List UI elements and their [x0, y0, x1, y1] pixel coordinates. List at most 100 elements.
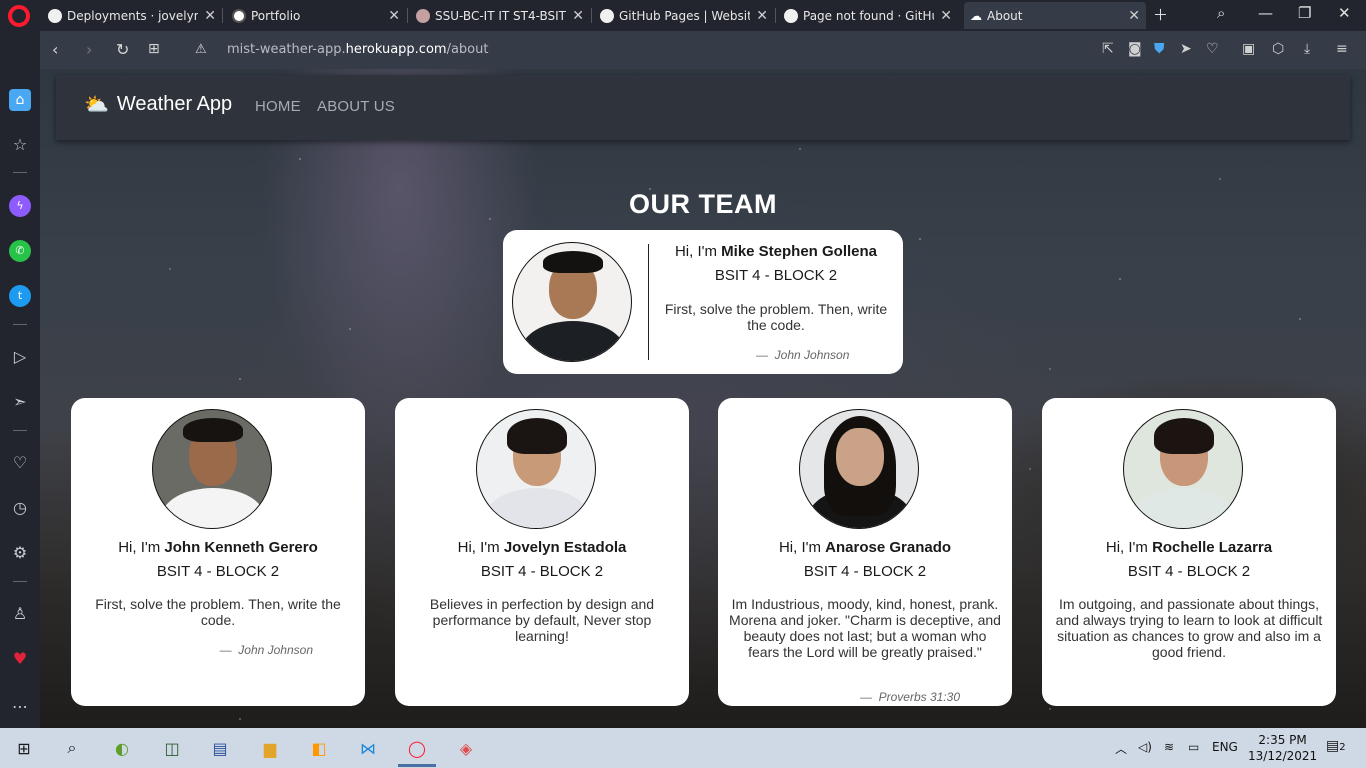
warning-icon[interactable]: ⚠ [195, 42, 207, 57]
close-icon[interactable]: ✕ [204, 8, 216, 24]
tab-deployments[interactable]: Deployments · jovelyn25 ✕ [42, 2, 222, 29]
tab-page-not-found[interactable]: Page not found · GitHub ✕ [778, 2, 958, 29]
tab-separator [222, 8, 223, 23]
send-icon[interactable]: ➤ [1180, 41, 1192, 57]
weather-cloud-sun-icon: ⛅ [84, 94, 109, 116]
shield-icon[interactable]: ⛊ [1154, 41, 1165, 57]
avatar-hair [183, 418, 243, 442]
battery-icon[interactable]: ▭ [1188, 740, 1199, 754]
camera-icon[interactable]: ◙ [1128, 41, 1142, 57]
sublime-text-icon[interactable]: ◧ [307, 736, 331, 760]
tray-chevron-icon[interactable]: ︿ [1115, 740, 1127, 757]
share-icon[interactable]: ⇱ [1102, 41, 1114, 57]
language-indicator[interactable]: ENG [1212, 740, 1238, 754]
avatar-hair [507, 418, 567, 454]
close-icon[interactable]: ✕ [1128, 8, 1140, 24]
avatar-hair [543, 251, 603, 273]
git-app-icon[interactable]: ◈ [454, 736, 478, 760]
opera-logo-icon[interactable] [8, 5, 30, 27]
whatsapp-icon[interactable]: ✆ [9, 240, 31, 262]
minimize-icon[interactable]: — [1258, 4, 1273, 22]
url-domain: herokuapp.com [345, 42, 447, 57]
window-close-icon[interactable]: ✕ [1338, 4, 1351, 22]
sidebar-divider [13, 324, 27, 325]
bookmark-icon[interactable]: ☆ [9, 134, 31, 156]
site-brand[interactable]: ⛅ Weather App [84, 92, 232, 117]
url-path: /about [446, 42, 489, 57]
nav-home-link[interactable]: HOME [255, 98, 301, 115]
wifi-icon[interactable]: ≋ [1164, 740, 1174, 754]
tab-title: About [987, 8, 1023, 23]
section-title: OUR TEAM [629, 189, 777, 219]
download-icon[interactable]: ⤓ [1304, 41, 1310, 57]
member-name: Mike Stephen Gollena [721, 243, 878, 260]
tab-ssu[interactable]: SSU-BC-IT IT ST4-BSIT 4B ✕ [410, 2, 590, 29]
messenger-icon[interactable]: ϟ [9, 195, 31, 217]
brand-label: Weather App [116, 93, 233, 115]
member-block: BSIT 4 - BLOCK 2 [714, 267, 838, 284]
heart-filled-icon[interactable]: ♥ [9, 648, 31, 670]
lightbulb-icon[interactable]: ♙ [9, 603, 31, 625]
member-greeting: Hi, I'm Mike Stephen Gollena [655, 243, 897, 260]
author-name: Proverbs 31:30 [878, 690, 960, 704]
heart-icon[interactable]: ♡ [9, 452, 31, 474]
speed-dial-icon[interactable]: ⊞ [148, 41, 160, 57]
search-icon[interactable]: ⌕ [60, 736, 84, 760]
volume-icon[interactable]: ◁) [1138, 740, 1152, 754]
player-icon[interactable]: ▷ [9, 346, 31, 368]
member-greeting: Hi, I'm John Kenneth Gerero [71, 539, 365, 556]
opera-taskbar-icon[interactable]: ◯ [405, 736, 429, 760]
close-icon[interactable]: ✕ [572, 8, 584, 24]
site-navbar: ⛅ Weather App HOME ABOUT US [56, 75, 1350, 140]
tab-about[interactable]: ☁ About ✕ [964, 2, 1146, 29]
forward-icon[interactable]: › [86, 40, 92, 59]
chameleon-app-icon[interactable]: ◐ [110, 736, 134, 760]
calendar-app-icon[interactable]: ◫ [160, 736, 184, 760]
member-avatar [152, 409, 272, 529]
nav-about-link[interactable]: ABOUT US [317, 98, 395, 115]
active-app-indicator [398, 764, 436, 767]
close-icon[interactable]: ✕ [756, 8, 768, 24]
search-tabs-icon[interactable]: ⌕ [1217, 4, 1225, 22]
member-card: Hi, I'm Jovelyn Estadola BSIT 4 - BLOCK … [395, 398, 689, 706]
close-icon[interactable]: ✕ [388, 8, 400, 24]
settings-icon[interactable]: ⚙ [9, 542, 31, 564]
tab-github-pages[interactable]: GitHub Pages | Websites ✕ [594, 2, 774, 29]
github-icon [48, 8, 62, 23]
tab-title: GitHub Pages | Websites [619, 8, 751, 23]
more-icon[interactable]: ⋯ [9, 696, 31, 718]
member-name: Anarose Granado [825, 539, 952, 556]
browser-tab-strip: Deployments · jovelyn25 ✕ Portfolio ✕ SS… [0, 0, 1366, 31]
send-icon[interactable]: ➣ [9, 391, 31, 413]
twitter-icon[interactable]: t [9, 285, 31, 307]
home-icon[interactable]: ⌂ [9, 89, 31, 111]
close-icon[interactable]: ✕ [940, 8, 952, 24]
url-field[interactable]: mist-weather-app.herokuapp.com/about [227, 42, 488, 57]
tab-portfolio[interactable]: Portfolio ✕ [226, 2, 406, 29]
menu-icon[interactable]: ≡ [1336, 41, 1348, 57]
github-icon [600, 8, 614, 23]
member-card: Hi, I'm Anarose Granado BSIT 4 - BLOCK 2… [718, 398, 1012, 706]
cube-icon[interactable]: ⬡ [1272, 41, 1284, 57]
globe-icon [232, 8, 246, 23]
reload-icon[interactable]: ↻ [116, 40, 129, 59]
back-icon[interactable]: ‹ [52, 40, 58, 59]
file-explorer-icon[interactable]: ▆ [258, 736, 282, 760]
restore-icon[interactable]: ❐ [1298, 4, 1311, 22]
monitor-app-icon[interactable]: ▤ [208, 736, 232, 760]
wallet-icon[interactable]: ▣ [1242, 41, 1255, 57]
member-quote: First, solve the problem. Then, write th… [664, 301, 888, 333]
member-avatar [799, 409, 919, 529]
member-greeting: Hi, I'm Anarose Granado [718, 539, 1012, 556]
greeting-text: Hi, I'm [1105, 539, 1148, 556]
github-icon [784, 8, 798, 23]
notification-icon[interactable]: ▤2 [1326, 738, 1346, 754]
windows-start-icon[interactable]: ⊞ [12, 736, 36, 760]
sidebar-divider [13, 172, 27, 173]
member-card: Hi, I'm Rochelle Lazarra BSIT 4 - BLOCK … [1042, 398, 1336, 706]
vscode-icon[interactable]: ⋈ [356, 736, 380, 760]
history-icon[interactable]: ◷ [9, 497, 31, 519]
heart-icon[interactable]: ♡ [1206, 41, 1219, 57]
system-clock[interactable]: 2:35 PM 13/12/2021 [1248, 732, 1317, 764]
new-tab-icon[interactable]: ＋ [1153, 4, 1168, 25]
